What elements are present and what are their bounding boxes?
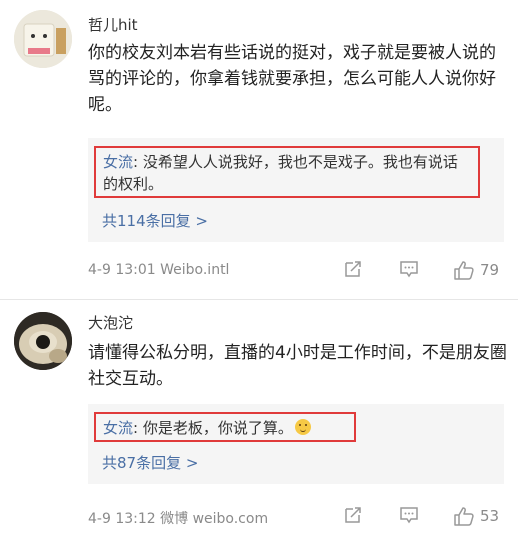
- share-icon: [345, 507, 361, 523]
- comment-meta: 4-9 13:01 Weibo.intl: [88, 262, 229, 278]
- avatar-image: [14, 312, 72, 370]
- source: 微博 weibo.com: [160, 511, 269, 527]
- comment-icon: [400, 507, 418, 524]
- avatar[interactable]: [14, 10, 72, 68]
- like-count: 53: [480, 507, 500, 525]
- reply-username[interactable]: 女流: [103, 153, 133, 171]
- share-button[interactable]: [342, 504, 364, 526]
- thumbs-up-icon: [454, 507, 474, 526]
- share-button[interactable]: [342, 258, 364, 280]
- smile-emoji-icon: [294, 419, 311, 435]
- like-count: 79: [480, 261, 500, 279]
- highlighted-reply: 女流: 没希望人人说我好，我也不是戏子。我也有说话的权利。: [94, 146, 480, 198]
- thumbs-up-icon: [454, 261, 474, 280]
- comment-button[interactable]: [398, 258, 420, 280]
- reply-text: : 你是老板，你说了算。: [133, 419, 293, 437]
- comment-item: 大泡沱 请懂得公私分明，直播的4小时是工作时间，不是朋友圈社交互动。 女流: 你…: [0, 300, 518, 546]
- reply-box: 女流: 没希望人人说我好，我也不是戏子。我也有说话的权利。 共114条回复 >: [88, 138, 504, 242]
- avatar-image: [14, 10, 72, 68]
- timestamp: 4-9 13:12: [88, 511, 156, 527]
- more-replies-link[interactable]: 共114条回复 >: [102, 210, 208, 231]
- like-button[interactable]: 79: [452, 258, 499, 282]
- reply-text: : 没希望人人说我好，我也不是戏子。我也有说话的权利。: [103, 153, 458, 193]
- comment-meta: 4-9 13:12 微博 weibo.com: [88, 508, 268, 528]
- reply-username[interactable]: 女流: [103, 419, 133, 437]
- username[interactable]: 哲儿hit: [88, 14, 138, 35]
- comment-text: 你的校友刘本岩有些话说的挺对，戏子就是要被人说的骂的评论的，你拿着钱就要承担，怎…: [88, 43, 496, 115]
- comment-item: 哲儿hit 你的校友刘本岩有些话说的挺对，戏子就是要被人说的骂的评论的，你拿着钱…: [0, 0, 518, 300]
- avatar[interactable]: [14, 312, 72, 370]
- share-icon: [345, 261, 361, 277]
- comment-button[interactable]: [398, 504, 420, 526]
- username[interactable]: 大泡沱: [88, 312, 133, 333]
- comment-icon: [400, 261, 418, 278]
- source: Weibo.intl: [160, 262, 230, 278]
- reply-box: 女流: 你是老板，你说了算。 共87条回复 >: [88, 404, 504, 484]
- like-button[interactable]: 53: [452, 504, 499, 528]
- more-replies-link[interactable]: 共87条回复 >: [102, 452, 198, 473]
- timestamp: 4-9 13:01: [88, 262, 156, 278]
- comment-text: 请懂得公私分明，直播的4小时是工作时间，不是朋友圈社交互动。: [88, 343, 507, 389]
- highlighted-reply: 女流: 你是老板，你说了算。: [94, 412, 356, 442]
